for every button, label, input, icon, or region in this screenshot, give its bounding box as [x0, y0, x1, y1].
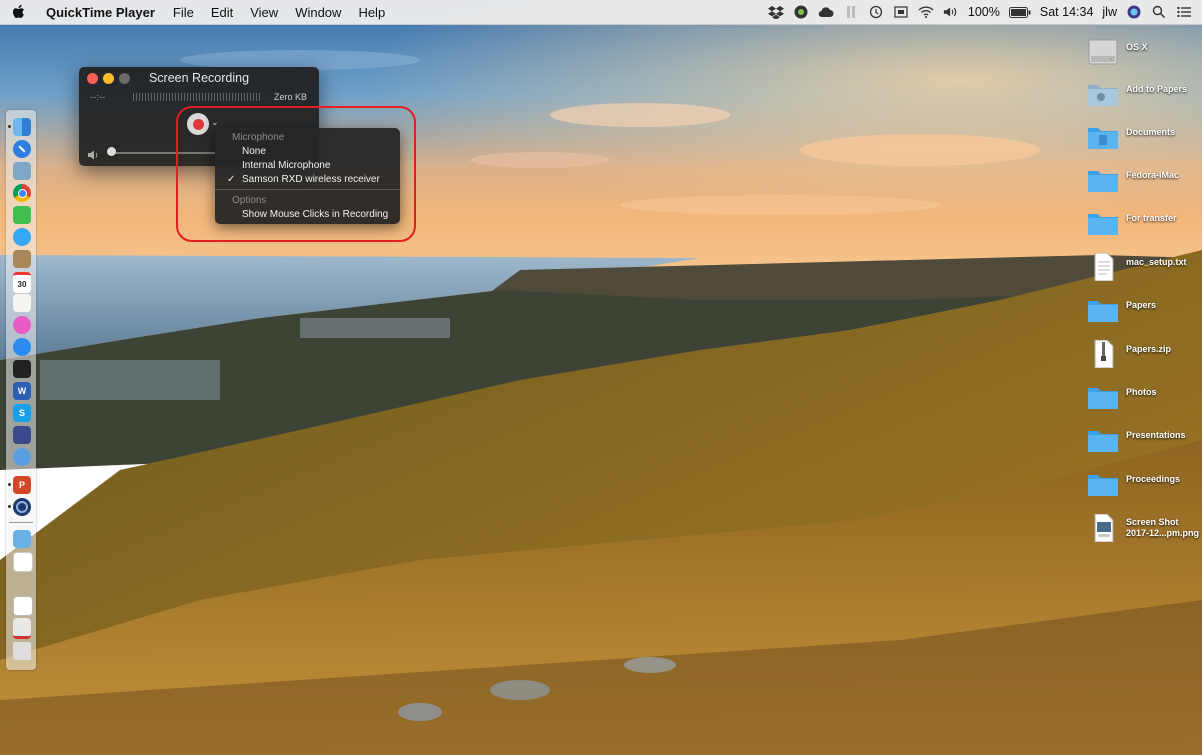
pause-icon[interactable] — [843, 4, 859, 20]
finder-icon[interactable] — [13, 118, 31, 136]
desktop-icon-mac-setup[interactable]: mac_setup.txt — [1085, 251, 1200, 285]
recording-time: --:-- — [90, 92, 106, 103]
word-icon[interactable]: W — [13, 382, 31, 400]
user-menu[interactable]: jlw — [1102, 5, 1117, 19]
evernote-icon[interactable] — [793, 4, 809, 20]
apple-menu-icon[interactable] — [12, 4, 26, 20]
screen-shot-label-line1: Screen Shot — [1126, 517, 1179, 527]
folder-icon — [1088, 85, 1118, 106]
desktop-icon-proceedings[interactable]: Proceedings — [1085, 468, 1200, 502]
speaker-icon — [87, 147, 101, 165]
folder-icon — [1088, 431, 1118, 452]
folder-icon — [1088, 388, 1118, 409]
audio-level-meter — [133, 93, 260, 101]
display-icon[interactable] — [893, 4, 909, 20]
desktop-icon-fedora-imac[interactable]: Fedora-iMac — [1085, 164, 1200, 198]
folder-icon — [1088, 128, 1118, 149]
desktop-icon-papers-zip[interactable]: Papers.zip — [1085, 338, 1200, 372]
dropbox-icon[interactable] — [767, 4, 784, 20]
chrome-icon[interactable] — [13, 184, 31, 202]
menu-help[interactable]: Help — [358, 5, 385, 20]
powerpoint-icon[interactable]: P — [13, 476, 31, 494]
desktop-icon-add-to-papers[interactable]: Add to Papers — [1085, 78, 1200, 112]
app-name-menu[interactable]: QuickTime Player — [46, 5, 155, 20]
cloud-icon[interactable] — [818, 4, 834, 20]
safari-icon[interactable] — [13, 140, 31, 158]
wifi-icon[interactable] — [918, 4, 934, 20]
desktop-icon-screen-shot[interactable]: Screen Shot 2017-12...pm.png — [1085, 512, 1200, 546]
facetime-icon[interactable] — [13, 206, 31, 224]
preview-icon[interactable] — [13, 162, 31, 180]
menu-window[interactable]: Window — [295, 5, 341, 20]
document2-icon[interactable] — [13, 596, 33, 616]
hard-drive-icon — [1088, 39, 1118, 65]
desktop-icon-presentations[interactable]: Presentations — [1085, 424, 1200, 458]
folder-icon — [1088, 301, 1118, 322]
image-file-icon — [1094, 514, 1114, 542]
menu-file[interactable]: File — [173, 5, 194, 20]
siri-icon[interactable] — [1126, 4, 1142, 20]
highlight-annotation — [176, 106, 416, 242]
zip-file-icon — [1094, 340, 1114, 368]
simulator-icon[interactable] — [13, 448, 31, 466]
terminal-icon[interactable] — [13, 360, 31, 378]
folder-icon — [1088, 214, 1118, 235]
document-icon[interactable] — [13, 552, 33, 572]
text-file-icon — [1094, 253, 1114, 281]
messages-icon[interactable] — [13, 228, 31, 246]
desktop-icon-os-x[interactable]: OS X — [1085, 36, 1200, 70]
mail-icon[interactable] — [13, 530, 31, 548]
desktop-icon-papers[interactable]: Papers — [1085, 294, 1200, 328]
menu-view[interactable]: View — [250, 5, 278, 20]
desktop-icon-documents[interactable]: Documents — [1085, 121, 1200, 155]
calendar-icon[interactable]: 30 — [13, 272, 31, 293]
screen-shot-label-line2: 2017-12...pm.png — [1126, 528, 1200, 538]
menu-bar: QuickTime Player File Edit View Window H… — [0, 0, 1202, 25]
battery-icon[interactable] — [1008, 4, 1031, 20]
desktop-icon-photos[interactable]: Photos — [1085, 381, 1200, 415]
folder-icon — [1088, 475, 1118, 496]
app-store-icon[interactable] — [13, 338, 31, 356]
menu-edit[interactable]: Edit — [211, 5, 233, 20]
itunes-icon[interactable] — [13, 316, 31, 334]
volume-slider-knob[interactable] — [107, 147, 116, 156]
reminders-icon[interactable] — [13, 294, 31, 312]
printer-icon[interactable] — [13, 618, 31, 639]
spotlight-icon[interactable] — [1151, 4, 1167, 20]
dock: 30 W S P — [6, 110, 36, 670]
clock[interactable]: Sat 14:34 — [1040, 5, 1094, 19]
desktop-icon-for-transfer[interactable]: For transfer — [1085, 207, 1200, 241]
battery-percent[interactable]: 100% — [968, 5, 1000, 19]
file-size: Zero KB — [274, 92, 308, 102]
skype-icon[interactable]: S — [13, 404, 31, 422]
folder-icon — [1088, 171, 1118, 192]
quicktime-icon[interactable] — [13, 498, 31, 516]
volume-icon[interactable] — [943, 4, 959, 20]
imovie-icon[interactable] — [13, 426, 31, 444]
trash-icon[interactable] — [13, 642, 31, 660]
window-title: Screen Recording — [148, 71, 250, 85]
time-machine-icon[interactable] — [868, 4, 884, 20]
notes-icon[interactable] — [13, 250, 31, 268]
notification-center-icon[interactable] — [1176, 4, 1192, 20]
textedit-icon[interactable] — [13, 574, 31, 592]
